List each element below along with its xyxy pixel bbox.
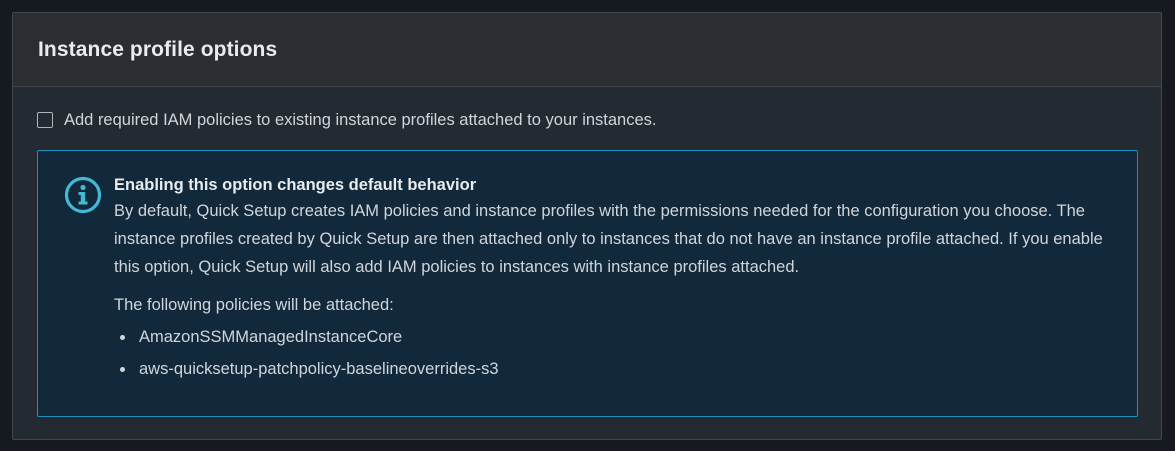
panel-title: Instance profile options bbox=[38, 37, 278, 61]
policy-list: AmazonSSMManagedInstanceCore aws-quickse… bbox=[114, 323, 1114, 383]
list-item: AmazonSSMManagedInstanceCore bbox=[114, 323, 1114, 351]
policy-name: aws-quicksetup-patchpolicy-baselineoverr… bbox=[139, 360, 499, 378]
add-iam-policies-label[interactable]: Add required IAM policies to existing in… bbox=[64, 111, 657, 130]
info-icon bbox=[64, 176, 102, 214]
alert-body: By default, Quick Setup creates IAM poli… bbox=[114, 202, 1103, 276]
add-iam-policies-checkbox[interactable] bbox=[37, 112, 53, 128]
alert-heading: Enabling this option changes default beh… bbox=[114, 176, 477, 194]
list-item: aws-quicksetup-patchpolicy-baselineoverr… bbox=[114, 355, 1114, 383]
bullet-icon bbox=[120, 367, 125, 372]
alert-content: Enabling this option changes default beh… bbox=[114, 175, 1114, 387]
instance-profile-options-panel: Instance profile options Add required IA… bbox=[12, 12, 1162, 440]
bullet-icon bbox=[120, 335, 125, 340]
panel-body: Add required IAM policies to existing in… bbox=[13, 87, 1161, 129]
info-alert: Enabling this option changes default beh… bbox=[37, 150, 1138, 417]
add-iam-policies-option[interactable]: Add required IAM policies to existing in… bbox=[37, 111, 1137, 129]
panel-header: Instance profile options bbox=[13, 13, 1161, 87]
policies-intro: The following policies will be attached: bbox=[114, 296, 394, 314]
policy-name: AmazonSSMManagedInstanceCore bbox=[139, 328, 403, 346]
